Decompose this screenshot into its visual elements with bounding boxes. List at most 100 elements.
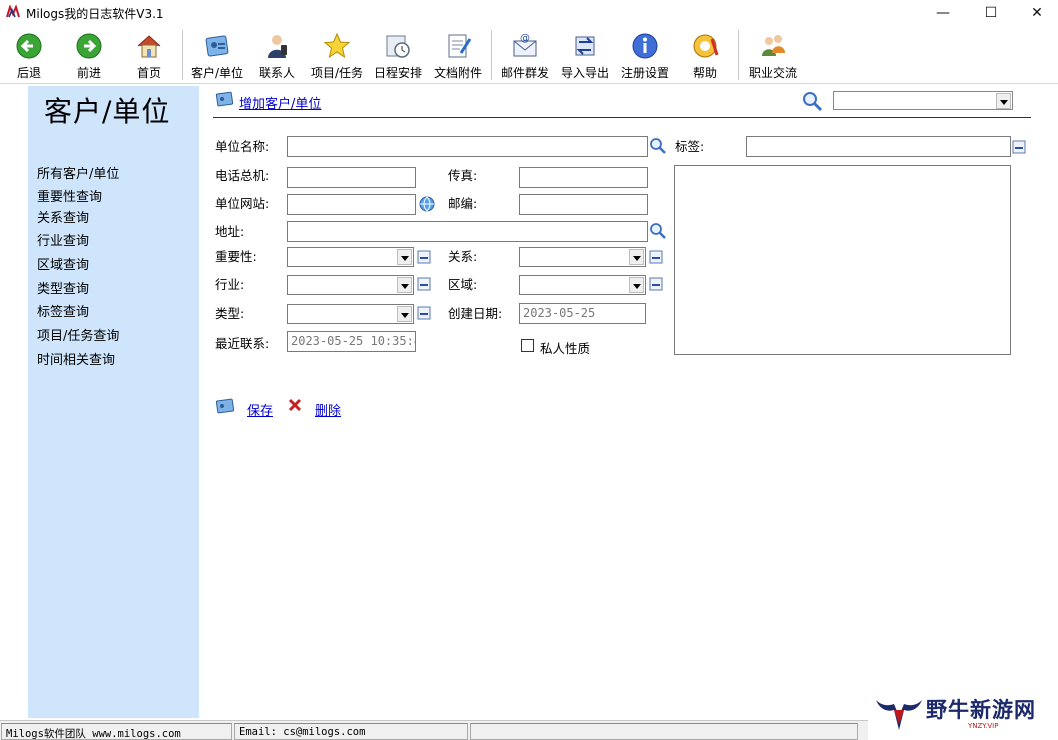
edit-list-icon[interactable] [417, 250, 431, 264]
help-button[interactable]: 帮助 [684, 28, 726, 82]
documents-button[interactable]: 文档附件 [432, 28, 484, 82]
browser-globe-icon[interactable] [418, 195, 436, 213]
schedule-label: 日程安排 [373, 66, 422, 80]
search-combo[interactable] [833, 91, 1013, 110]
clients-button[interactable]: 客户/单位 [188, 28, 246, 82]
fax-input[interactable] [519, 167, 648, 188]
address-label: 地址: [215, 224, 245, 239]
created-date-label: 创建日期: [448, 306, 503, 321]
industry-select[interactable] [287, 275, 414, 295]
website-input[interactable] [287, 194, 416, 215]
save-button[interactable]: 保存 [247, 400, 273, 419]
relation-select[interactable] [519, 247, 646, 267]
title-bar: Milogs我的日志软件V3.1 — ☐ ✕ [0, 0, 1058, 26]
star-icon [323, 32, 351, 59]
chevron-down-icon[interactable] [996, 93, 1011, 109]
search-icon[interactable] [649, 222, 667, 240]
document-pen-icon [448, 34, 472, 58]
last-contact-input[interactable]: 2023-05-25 10:35:4 [287, 331, 416, 352]
sidebar-title: 客户/单位 [44, 95, 171, 128]
toolbar-separator [182, 30, 183, 80]
sidebar-item-all[interactable]: 所有客户/单位 [37, 163, 119, 182]
sidebar-item-tags[interactable]: 标签查询 [37, 301, 89, 320]
toolbar-separator [738, 30, 739, 80]
sidebar-item-type[interactable]: 类型查询 [37, 278, 89, 297]
region-label: 区域: [448, 277, 478, 292]
import-export-label: 导入导出 [560, 66, 609, 80]
status-team: Milogs软件团队 www.milogs.com [1, 723, 232, 740]
private-label: 私人性质 [540, 341, 591, 356]
importance-select[interactable] [287, 247, 414, 267]
company-name-input[interactable] [287, 136, 648, 157]
home-label: 首页 [136, 66, 161, 80]
fax-label: 传真: [448, 168, 478, 183]
edit-list-icon[interactable] [649, 277, 663, 291]
sidebar-item-relation[interactable]: 关系查询 [37, 207, 89, 226]
chevron-down-icon[interactable] [629, 277, 644, 293]
sidebar-item-region[interactable]: 区域查询 [37, 254, 89, 273]
edit-list-icon[interactable] [649, 250, 663, 264]
chevron-down-icon[interactable] [397, 306, 412, 322]
calendar-clock-icon [386, 35, 410, 58]
sidebar: 客户/单位 所有客户/单位 重要性查询 关系查询 行业查询 区域查询 类型查询 … [28, 86, 199, 718]
toolbar-separator [491, 30, 492, 80]
projects-button[interactable]: 项目/任务 [308, 28, 366, 82]
close-button[interactable]: ✕ [1014, 0, 1058, 26]
mail-button[interactable]: @ 邮件群发 [498, 28, 552, 82]
chevron-down-icon[interactable] [397, 249, 412, 265]
forward-button[interactable]: 前进 [68, 28, 110, 82]
sidebar-item-projects[interactable]: 项目/任务查询 [37, 325, 119, 344]
tags-label: 标签: [675, 139, 705, 154]
status-email: Email: cs@milogs.com [234, 723, 468, 740]
back-arrow-icon [16, 33, 42, 59]
career-button[interactable]: 职业交流 [746, 28, 800, 82]
add-client-link[interactable]: 增加客户/单位 [239, 93, 321, 112]
home-button[interactable]: 首页 [128, 28, 170, 82]
delete-x-icon [288, 398, 302, 412]
milogs-logo-icon [6, 5, 20, 18]
contacts-label: 联系人 [258, 66, 295, 80]
contacts-button[interactable]: 联系人 [254, 28, 300, 82]
schedule-button[interactable]: 日程安排 [372, 28, 424, 82]
industry-label: 行业: [215, 277, 245, 292]
last-contact-label: 最近联系: [215, 336, 270, 351]
company-name-label: 单位名称: [215, 139, 270, 154]
phone-label: 电话总机: [215, 168, 270, 183]
sidebar-item-industry[interactable]: 行业查询 [37, 230, 89, 249]
edit-list-icon[interactable] [417, 306, 431, 320]
back-label: 后退 [16, 66, 41, 80]
maximize-button[interactable]: ☐ [968, 0, 1014, 26]
relation-label: 关系: [448, 249, 478, 264]
region-select[interactable] [519, 275, 646, 295]
contacts-icon [268, 35, 287, 58]
tags-input[interactable] [746, 136, 1011, 157]
edit-list-icon[interactable] [1012, 140, 1026, 154]
chevron-down-icon[interactable] [397, 277, 412, 293]
website-label: 单位网站: [215, 196, 270, 211]
help-lifebuoy-icon [693, 34, 719, 58]
import-export-button[interactable]: 导入导出 [558, 28, 612, 82]
delete-button[interactable]: 删除 [315, 400, 341, 419]
type-select[interactable] [287, 304, 414, 324]
created-date-input[interactable]: 2023-05-25 [519, 303, 646, 324]
sidebar-item-importance[interactable]: 重要性查询 [37, 186, 102, 205]
chevron-down-icon[interactable] [629, 249, 644, 265]
toolbar: 后退 前进 首页 客户/单位 联系人 项目/任务 日程安排 文档附件 @ 邮件群… [0, 26, 1058, 84]
register-button[interactable]: 注册设置 [618, 28, 672, 82]
status-extra [470, 723, 858, 740]
postcode-input[interactable] [519, 194, 648, 215]
address-input[interactable] [287, 221, 648, 242]
clients-label: 客户/单位 [190, 66, 244, 80]
sidebar-item-time[interactable]: 时间相关查询 [37, 349, 115, 368]
tags-textarea[interactable] [674, 165, 1011, 355]
watermark-text: 野牛新游网 [926, 698, 1036, 722]
search-icon[interactable] [801, 90, 823, 112]
private-checkbox[interactable] [521, 339, 534, 352]
phone-input[interactable] [287, 167, 416, 188]
register-label: 注册设置 [620, 66, 669, 80]
minimize-button[interactable]: — [920, 0, 966, 26]
type-label: 类型: [215, 306, 245, 321]
back-button[interactable]: 后退 [8, 28, 50, 82]
edit-list-icon[interactable] [417, 277, 431, 291]
search-icon[interactable] [649, 137, 667, 155]
